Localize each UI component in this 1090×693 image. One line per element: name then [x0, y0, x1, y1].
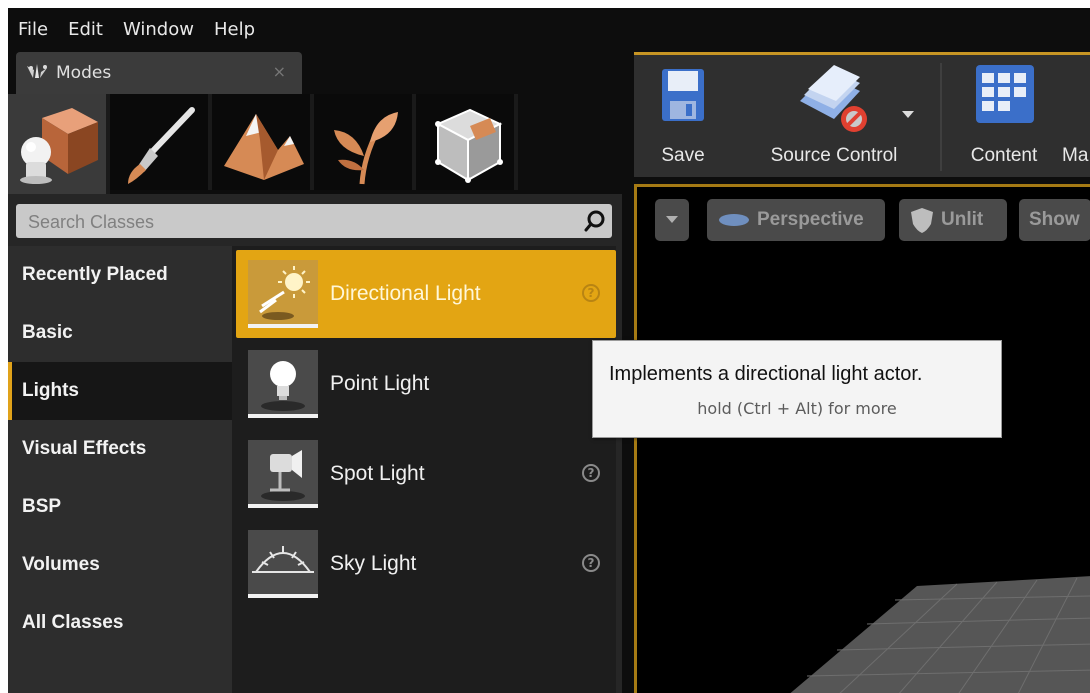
- show-button[interactable]: Show: [1019, 199, 1090, 241]
- item-underline: [248, 414, 318, 418]
- source-control-button[interactable]: Source Control: [746, 55, 922, 177]
- chevron-down-icon[interactable]: [902, 111, 914, 119]
- content-button[interactable]: Content: [952, 55, 1056, 177]
- point-light-icon: [248, 350, 318, 414]
- tooltip: Implements a directional light actor. ho…: [592, 340, 1002, 438]
- modes-tab[interactable]: Modes ×: [16, 52, 302, 94]
- save-button[interactable]: Save: [640, 55, 726, 177]
- geometry-mode-icon: [435, 108, 503, 183]
- category-all-classes[interactable]: All Classes: [8, 594, 232, 652]
- modes-panel: Recently Placed Basic Lights Visual Effe…: [8, 94, 622, 693]
- menu-edit[interactable]: Edit: [58, 19, 113, 40]
- toolbar-divider: [940, 63, 942, 171]
- paint-mode-icon: [128, 107, 195, 184]
- item-label: Sky Light: [330, 552, 417, 575]
- help-icon[interactable]: ?: [582, 464, 600, 482]
- save-label: Save: [661, 145, 705, 166]
- content-label: Content: [970, 145, 1038, 166]
- show-label: Show: [1029, 209, 1080, 230]
- directional-light-icon: [248, 260, 318, 324]
- editor-window: File Edit Window Help Modes × Search Cla…: [8, 8, 1090, 693]
- source-control-icon: [800, 65, 867, 132]
- perspective-label: Perspective: [757, 209, 864, 230]
- level-viewport[interactable]: Perspective Unlit Show: [634, 184, 1090, 693]
- item-underline: [248, 594, 318, 598]
- list-item-point-light[interactable]: Point Light: [236, 340, 616, 428]
- menu-window[interactable]: Window: [113, 19, 204, 40]
- viewport-options-button[interactable]: [655, 199, 689, 241]
- category-bsp[interactable]: BSP: [8, 478, 232, 536]
- sky-light-icon: [248, 530, 318, 594]
- help-icon[interactable]: ?: [582, 554, 600, 572]
- category-volumes[interactable]: Volumes: [8, 536, 232, 594]
- close-icon[interactable]: ×: [273, 62, 286, 81]
- search-icon[interactable]: [584, 210, 606, 232]
- menu-file[interactable]: File: [8, 19, 58, 40]
- modes-icon: [27, 64, 47, 78]
- marketplace-label: Ma: [1062, 145, 1089, 166]
- search-input[interactable]: [16, 204, 590, 240]
- chevron-down-icon: [666, 216, 678, 223]
- item-underline: [248, 504, 318, 508]
- search-box: [16, 204, 612, 240]
- marketplace-button[interactable]: Ma: [1062, 55, 1090, 177]
- item-label: Point Light: [330, 372, 430, 395]
- view-mode-button[interactable]: Unlit: [899, 199, 1007, 241]
- save-icon: [662, 69, 704, 121]
- place-mode-icon: [20, 108, 98, 184]
- category-lights[interactable]: Lights: [8, 362, 232, 420]
- tooltip-text: Implements a directional light actor.: [609, 363, 923, 385]
- landscape-mode-button[interactable]: [212, 94, 314, 190]
- foliage-mode-button[interactable]: [314, 94, 416, 190]
- item-label: Spot Light: [330, 462, 425, 485]
- geometry-mode-button[interactable]: [416, 94, 518, 190]
- perspective-button[interactable]: Perspective: [707, 199, 885, 241]
- list-item-spot-light[interactable]: Spot Light ?: [236, 430, 616, 518]
- floor-grid: [790, 576, 1090, 693]
- content-icon: [976, 65, 1034, 123]
- help-icon[interactable]: ?: [582, 284, 600, 302]
- item-label: Directional Light: [330, 282, 481, 305]
- tooltip-hint: hold (Ctrl + Alt) for more: [697, 399, 897, 418]
- list-item-directional-light[interactable]: Directional Light ?: [236, 250, 616, 338]
- foliage-mode-icon: [334, 112, 398, 185]
- landscape-mode-icon: [224, 114, 304, 180]
- menu-help[interactable]: Help: [204, 19, 265, 40]
- class-item-list: Directional Light ? Point Light Spot Lig…: [232, 246, 616, 693]
- place-mode-button[interactable]: [8, 94, 110, 194]
- source-control-label: Source Control: [770, 145, 898, 166]
- main-toolbar: Save Source Control Content Ma: [634, 52, 1090, 177]
- camera-icon: [719, 214, 749, 226]
- menu-bar: File Edit Window Help: [8, 8, 1090, 50]
- shield-icon: [911, 208, 933, 233]
- mode-toolbar: [8, 94, 622, 194]
- category-list: Recently Placed Basic Lights Visual Effe…: [8, 246, 232, 693]
- modes-tab-title: Modes: [56, 63, 112, 83]
- category-visual-effects[interactable]: Visual Effects: [8, 420, 232, 478]
- item-underline: [248, 324, 318, 328]
- unlit-label: Unlit: [941, 209, 984, 230]
- category-recently-placed[interactable]: Recently Placed: [8, 246, 232, 304]
- list-item-sky-light[interactable]: Sky Light ?: [236, 520, 616, 608]
- paint-mode-button[interactable]: [110, 94, 212, 190]
- spot-light-icon: [248, 440, 318, 504]
- category-basic[interactable]: Basic: [8, 304, 232, 362]
